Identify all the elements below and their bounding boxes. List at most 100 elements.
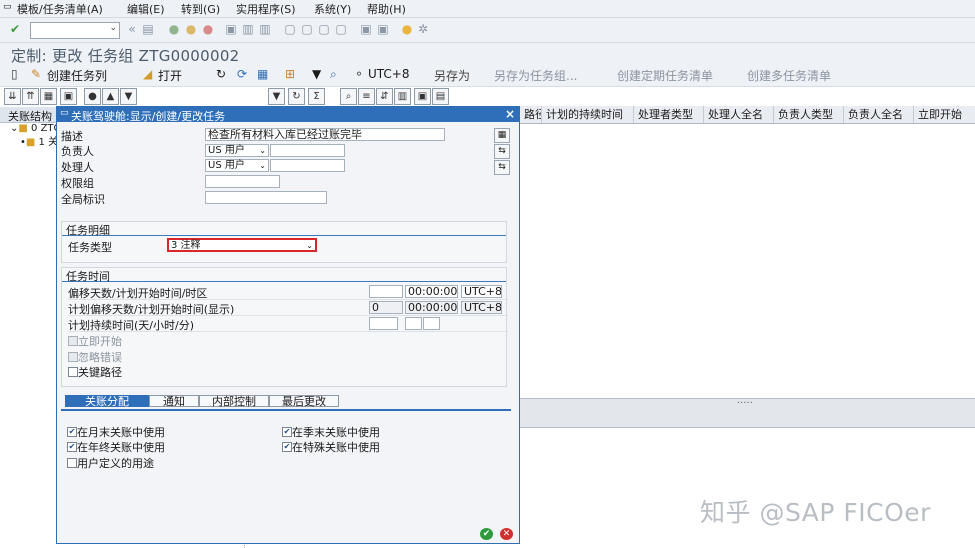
cancel-icon[interactable]: ● bbox=[201, 22, 215, 36]
sync-icon[interactable]: ⟳ bbox=[237, 67, 247, 81]
quarter-end-checkbox[interactable]: ✔ bbox=[282, 427, 292, 437]
prev-page-icon[interactable]: ▢ bbox=[300, 22, 314, 36]
cancel-button[interactable]: ✕ bbox=[500, 528, 513, 540]
filter-icon[interactable]: ▼ bbox=[268, 88, 285, 105]
tab-last-changed[interactable]: 最后更改 bbox=[269, 395, 339, 408]
save-as-task-group-button[interactable]: 另存为任务组... bbox=[494, 67, 577, 84]
auth-group-input[interactable] bbox=[205, 175, 280, 188]
start-immediately-checkbox[interactable] bbox=[68, 336, 78, 346]
refresh-icon[interactable]: ↻ bbox=[288, 88, 305, 105]
print-icon[interactable]: ▣ bbox=[60, 88, 77, 105]
open-button[interactable]: 打开 bbox=[158, 67, 182, 84]
offset-time-input[interactable]: 00:00:00 bbox=[405, 285, 458, 298]
close-icon[interactable]: × bbox=[505, 107, 515, 121]
move-up-icon[interactable]: ▲ bbox=[102, 88, 119, 105]
menu-item-goto[interactable]: 转到(G) bbox=[181, 1, 220, 17]
node-icon[interactable]: ● bbox=[84, 88, 101, 105]
month-end-checkbox[interactable]: ✔ bbox=[67, 427, 77, 437]
menu-item-help[interactable]: 帮助(H) bbox=[367, 1, 406, 17]
tree-node-child[interactable]: •■ 1 关 bbox=[20, 133, 58, 148]
export-icon[interactable]: ▤ bbox=[432, 88, 449, 105]
find-icon[interactable]: ▥ bbox=[241, 22, 255, 36]
col-start-immediately[interactable]: 立即开始 bbox=[914, 106, 975, 123]
create-task-list-button[interactable]: 创建任务列 bbox=[47, 67, 107, 84]
processor-input[interactable] bbox=[270, 159, 345, 172]
search-icon[interactable]: ⌕ bbox=[330, 67, 337, 82]
menu-item-system[interactable]: 系统(Y) bbox=[314, 1, 351, 17]
menu-item-edit[interactable]: 编辑(E) bbox=[127, 1, 165, 17]
duration-hours-input[interactable] bbox=[405, 317, 422, 330]
menu-icon[interactable]: ▭ bbox=[3, 2, 12, 12]
first-page-icon[interactable]: ▢ bbox=[283, 22, 297, 36]
utc-button[interactable]: UTC+8 bbox=[368, 67, 409, 81]
enter-icon[interactable]: ✔ bbox=[8, 22, 22, 36]
shortcut-icon[interactable]: ▣ bbox=[376, 22, 390, 36]
col-responsible-name[interactable]: 负责人全名 bbox=[844, 106, 914, 123]
collapse-all-icon[interactable]: ⇈ bbox=[22, 88, 39, 105]
save-icon[interactable]: ▤ bbox=[141, 22, 155, 36]
ignore-errors-checkbox[interactable] bbox=[68, 352, 78, 362]
sum-icon[interactable]: Σ bbox=[308, 88, 325, 105]
command-field[interactable]: ⌄ bbox=[30, 22, 120, 39]
year-end-checkbox[interactable]: ✔ bbox=[67, 442, 77, 452]
tab-internal-control[interactable]: 内部控制 bbox=[199, 395, 269, 408]
offset-timezone-input[interactable]: UTC+8 bbox=[461, 285, 502, 298]
menu-item-utilities[interactable]: 实用程序(S) bbox=[236, 1, 296, 17]
filter-icon[interactable]: ▼ bbox=[312, 67, 321, 81]
menu-item-template[interactable]: 模板/任务清单(A) bbox=[17, 1, 103, 17]
col-path[interactable]: 路径 bbox=[520, 106, 542, 123]
calendar-icon[interactable]: ▦ bbox=[494, 128, 510, 143]
find-next-icon[interactable]: ▥ bbox=[258, 22, 272, 36]
task-time-title: 任务时间 bbox=[66, 270, 110, 283]
col-responsible-type[interactable]: 负责人类型 bbox=[774, 106, 844, 123]
task-type-select[interactable]: 3 注释 ⌄ bbox=[167, 238, 317, 252]
help-icon[interactable]: ● bbox=[400, 22, 414, 36]
refresh-icon[interactable]: ↻ bbox=[216, 67, 226, 81]
description-input[interactable]: 检查所有材料入库已经过账完毕 bbox=[205, 128, 445, 141]
print-icon[interactable]: ▣ bbox=[414, 88, 431, 105]
dialog-title-bar[interactable]: ▭ 关账驾驶舱:显示/创建/更改任务 × bbox=[57, 107, 519, 123]
duration-days-input[interactable] bbox=[369, 317, 398, 330]
col-planned-duration[interactable]: 计划的持续时间 bbox=[542, 106, 634, 123]
col-processor-name[interactable]: 处理人全名 bbox=[704, 106, 774, 123]
align-icon[interactable]: ≡ bbox=[358, 88, 375, 105]
global-id-input[interactable] bbox=[205, 191, 327, 204]
transfer-icon[interactable]: ⇆ bbox=[494, 144, 510, 159]
responsible-type-select[interactable]: US 用户 ⌄ bbox=[205, 144, 269, 157]
offset-days-input[interactable] bbox=[369, 285, 403, 298]
critical-path-checkbox[interactable] bbox=[68, 367, 78, 377]
duration-minutes-input[interactable] bbox=[423, 317, 440, 330]
select-icon[interactable]: ▦ bbox=[40, 88, 57, 105]
splitter-grip-icon[interactable]: ..... bbox=[737, 395, 753, 406]
layout-icon[interactable]: ✲ bbox=[416, 22, 430, 36]
new-session-icon[interactable]: ▣ bbox=[359, 22, 373, 36]
back-icon[interactable]: ● bbox=[167, 22, 181, 36]
table-icon[interactable]: ▦ bbox=[257, 67, 268, 81]
confirm-button[interactable]: ✔ bbox=[480, 528, 493, 540]
find-icon[interactable]: ▥ bbox=[394, 88, 411, 105]
sort-icon[interactable]: ⇵ bbox=[376, 88, 393, 105]
special-close-checkbox[interactable]: ✔ bbox=[282, 442, 292, 452]
create-periodic-task-list-button[interactable]: 创建定期任务清单 bbox=[617, 67, 713, 84]
print-icon[interactable]: ▣ bbox=[224, 22, 238, 36]
tree-header-label: 关账结构 bbox=[8, 110, 52, 123]
new-document-icon[interactable]: ▯ bbox=[11, 67, 18, 81]
save-as-button[interactable]: 另存为 bbox=[434, 67, 470, 84]
responsible-input[interactable] bbox=[270, 144, 345, 157]
assign-icon[interactable]: ⇆ bbox=[494, 160, 510, 175]
exit-icon[interactable]: ● bbox=[184, 22, 198, 36]
tab-notification[interactable]: 通知 bbox=[149, 395, 199, 408]
move-down-icon[interactable]: ▼ bbox=[120, 88, 137, 105]
hierarchy-icon[interactable]: ⊞ bbox=[285, 67, 295, 81]
create-multi-task-list-button[interactable]: 创建多任务清单 bbox=[747, 67, 831, 84]
expand-all-icon[interactable]: ⇊ bbox=[4, 88, 21, 105]
processor-type-select[interactable]: US 用户 ⌄ bbox=[205, 159, 269, 172]
col-processor-type[interactable]: 处理者类型 bbox=[634, 106, 704, 123]
next-page-icon[interactable]: ▢ bbox=[317, 22, 331, 36]
user-defined-checkbox[interactable] bbox=[67, 458, 77, 468]
prev-icon[interactable]: « bbox=[125, 22, 139, 36]
pane-splitter[interactable]: ..... bbox=[520, 395, 975, 428]
detail-icon[interactable]: ⌕ bbox=[340, 88, 357, 105]
tab-close-assignment[interactable]: 关账分配 bbox=[65, 395, 149, 408]
last-page-icon[interactable]: ▢ bbox=[334, 22, 348, 36]
